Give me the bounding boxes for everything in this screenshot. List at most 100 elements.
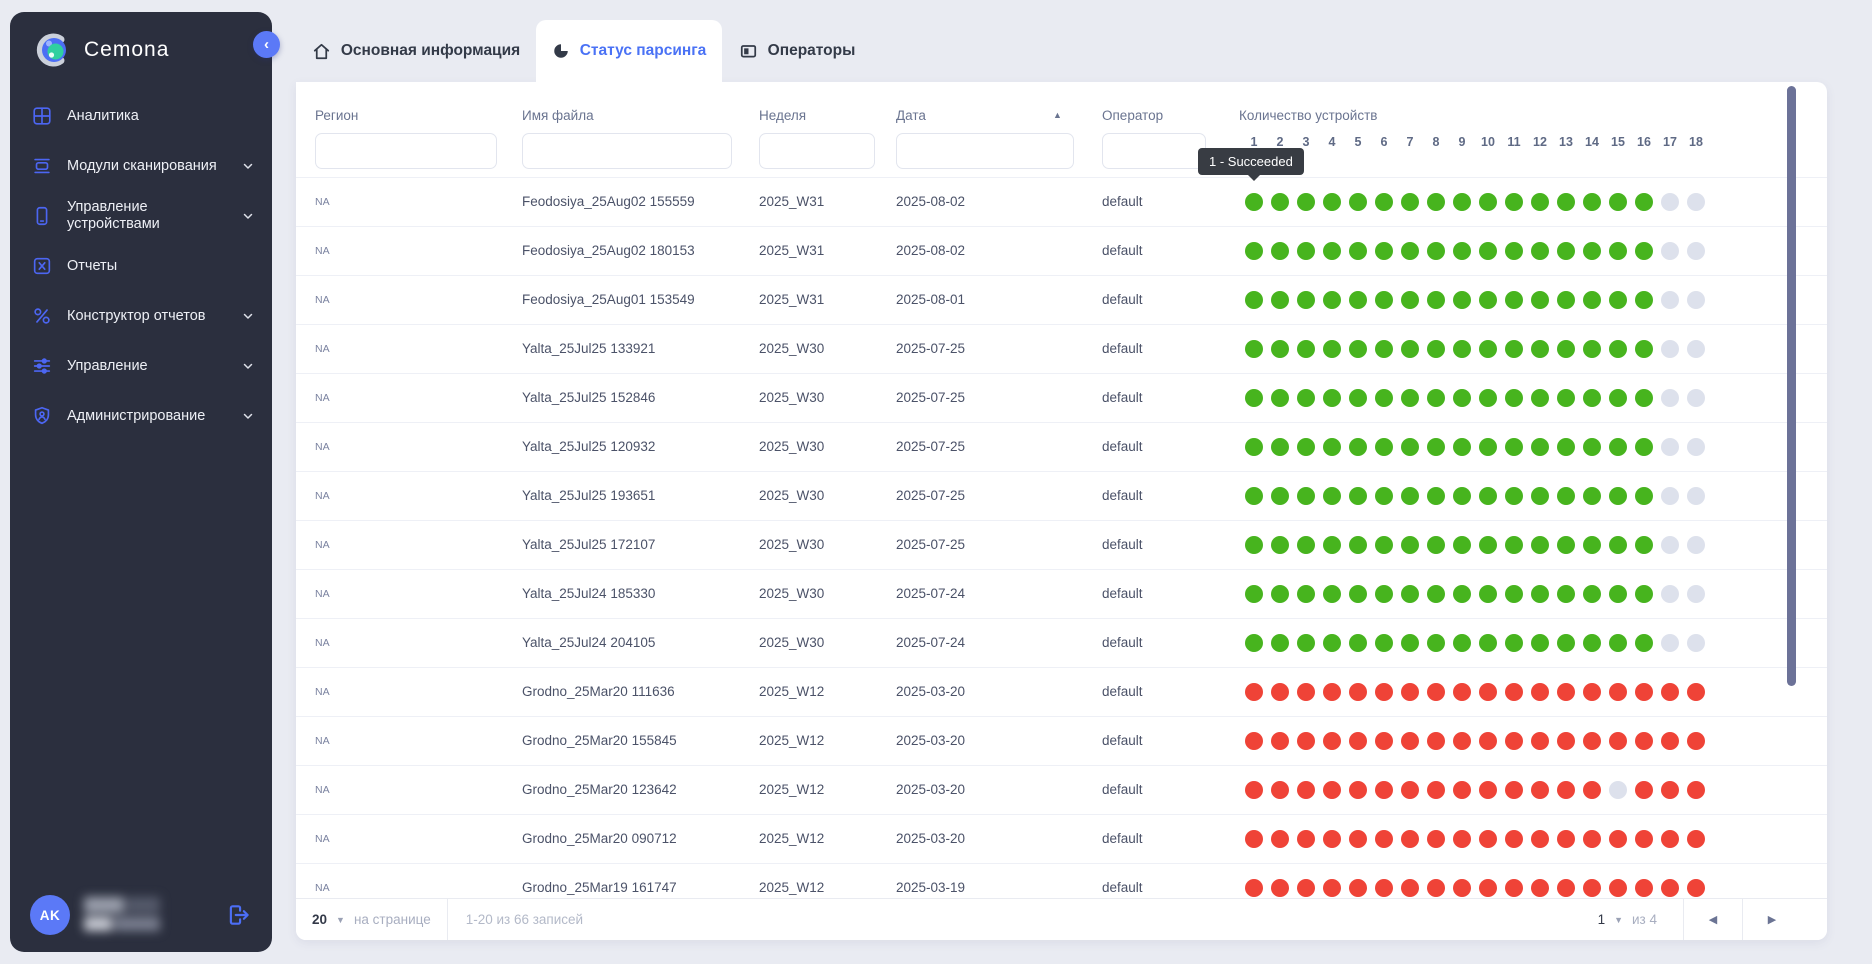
- table-row[interactable]: NA Yalta_25Jul25 193651 2025_W30 2025-07…: [296, 472, 1827, 521]
- table-row[interactable]: NA Feodosiya_25Aug01 153549 2025_W31 202…: [296, 276, 1827, 325]
- device-status-dot[interactable]: [1453, 683, 1471, 701]
- device-status-dot[interactable]: [1323, 683, 1341, 701]
- device-status-dot[interactable]: [1245, 242, 1263, 260]
- device-status-dot[interactable]: [1505, 830, 1523, 848]
- device-status-dot[interactable]: [1271, 438, 1289, 456]
- device-status-dot[interactable]: [1297, 585, 1315, 603]
- device-status-dot[interactable]: [1245, 389, 1263, 407]
- device-status-dot[interactable]: [1661, 242, 1679, 260]
- tab-main-info[interactable]: Основная информация: [296, 20, 536, 82]
- device-status-dot[interactable]: [1427, 193, 1445, 211]
- device-status-dot[interactable]: [1661, 291, 1679, 309]
- device-status-dot[interactable]: [1375, 585, 1393, 603]
- device-status-dot[interactable]: [1583, 683, 1601, 701]
- table-row[interactable]: NA Yalta_25Jul24 204105 2025_W30 2025-07…: [296, 619, 1827, 668]
- device-status-dot[interactable]: [1687, 438, 1705, 456]
- device-status-dot[interactable]: [1687, 536, 1705, 554]
- device-status-dot[interactable]: [1453, 438, 1471, 456]
- device-status-dot[interactable]: [1635, 438, 1653, 456]
- device-status-dot[interactable]: [1245, 781, 1263, 799]
- device-status-dot[interactable]: [1687, 585, 1705, 603]
- device-status-dot[interactable]: [1583, 438, 1601, 456]
- device-status-dot[interactable]: [1349, 830, 1367, 848]
- device-status-dot[interactable]: [1609, 193, 1627, 211]
- device-status-dot[interactable]: [1661, 781, 1679, 799]
- device-status-dot[interactable]: [1479, 487, 1497, 505]
- device-status-dot[interactable]: [1401, 487, 1419, 505]
- device-status-dot[interactable]: [1583, 291, 1601, 309]
- device-status-dot[interactable]: [1687, 340, 1705, 358]
- device-status-dot[interactable]: [1271, 340, 1289, 358]
- device-status-dot[interactable]: [1557, 291, 1575, 309]
- device-status-dot[interactable]: [1349, 340, 1367, 358]
- device-status-dot[interactable]: [1401, 634, 1419, 652]
- device-status-dot[interactable]: [1609, 879, 1627, 897]
- prev-page-button[interactable]: ◀: [1684, 899, 1742, 940]
- tab-operators[interactable]: Операторы: [722, 20, 872, 82]
- device-status-dot[interactable]: [1661, 634, 1679, 652]
- device-status-dot[interactable]: [1349, 732, 1367, 750]
- device-status-dot[interactable]: [1635, 683, 1653, 701]
- sidebar-item-administration[interactable]: Администрирование: [10, 391, 272, 441]
- table-row[interactable]: NA Yalta_25Jul25 172107 2025_W30 2025-07…: [296, 521, 1827, 570]
- device-status-dot[interactable]: [1661, 487, 1679, 505]
- device-status-dot[interactable]: [1583, 487, 1601, 505]
- avatar[interactable]: AK: [30, 895, 70, 935]
- device-status-dot[interactable]: [1609, 438, 1627, 456]
- device-status-dot[interactable]: [1297, 781, 1315, 799]
- device-status-dot[interactable]: [1349, 879, 1367, 897]
- device-status-dot[interactable]: [1609, 536, 1627, 554]
- device-status-dot[interactable]: [1479, 781, 1497, 799]
- device-status-dot[interactable]: [1453, 193, 1471, 211]
- device-status-dot[interactable]: [1661, 340, 1679, 358]
- device-status-dot[interactable]: [1297, 291, 1315, 309]
- device-status-dot[interactable]: [1583, 732, 1601, 750]
- device-status-dot[interactable]: [1687, 830, 1705, 848]
- device-status-dot[interactable]: [1609, 634, 1627, 652]
- table-row[interactable]: NA Yalta_25Jul25 120932 2025_W30 2025-07…: [296, 423, 1827, 472]
- device-status-dot[interactable]: [1479, 340, 1497, 358]
- device-status-dot[interactable]: [1427, 732, 1445, 750]
- device-status-dot[interactable]: [1323, 830, 1341, 848]
- device-status-dot[interactable]: [1557, 340, 1575, 358]
- device-status-dot[interactable]: [1609, 781, 1627, 799]
- device-status-dot[interactable]: [1687, 634, 1705, 652]
- device-status-dot[interactable]: [1271, 193, 1289, 211]
- device-status-dot[interactable]: [1401, 683, 1419, 701]
- device-status-dot[interactable]: [1609, 585, 1627, 603]
- device-status-dot[interactable]: [1531, 879, 1549, 897]
- device-status-dot[interactable]: [1635, 193, 1653, 211]
- device-status-dot[interactable]: [1531, 487, 1549, 505]
- device-status-dot[interactable]: [1427, 683, 1445, 701]
- device-status-dot[interactable]: [1271, 830, 1289, 848]
- device-status-dot[interactable]: [1427, 879, 1445, 897]
- device-status-dot[interactable]: [1505, 340, 1523, 358]
- device-status-dot[interactable]: [1505, 536, 1523, 554]
- device-status-dot[interactable]: [1245, 438, 1263, 456]
- device-status-dot[interactable]: [1297, 683, 1315, 701]
- device-status-dot[interactable]: [1583, 781, 1601, 799]
- device-status-dot[interactable]: [1531, 291, 1549, 309]
- device-status-dot[interactable]: [1661, 438, 1679, 456]
- device-status-dot[interactable]: [1401, 585, 1419, 603]
- device-status-dot[interactable]: [1323, 389, 1341, 407]
- device-status-dot[interactable]: [1323, 242, 1341, 260]
- device-status-dot[interactable]: [1505, 438, 1523, 456]
- device-status-dot[interactable]: [1635, 536, 1653, 554]
- device-status-dot[interactable]: [1479, 389, 1497, 407]
- device-status-dot[interactable]: [1453, 732, 1471, 750]
- device-status-dot[interactable]: [1609, 389, 1627, 407]
- device-status-dot[interactable]: [1687, 781, 1705, 799]
- table-row[interactable]: NA Yalta_25Jul24 185330 2025_W30 2025-07…: [296, 570, 1827, 619]
- device-status-dot[interactable]: [1271, 683, 1289, 701]
- device-status-dot[interactable]: [1557, 193, 1575, 211]
- sidebar-item-reports[interactable]: Отчеты: [10, 241, 272, 291]
- device-status-dot[interactable]: [1505, 879, 1523, 897]
- device-status-dot[interactable]: [1323, 634, 1341, 652]
- device-status-dot[interactable]: [1271, 781, 1289, 799]
- filter-file-input[interactable]: [522, 133, 732, 169]
- device-status-dot[interactable]: [1271, 487, 1289, 505]
- device-status-dot[interactable]: [1349, 389, 1367, 407]
- device-status-dot[interactable]: [1635, 879, 1653, 897]
- device-status-dot[interactable]: [1375, 732, 1393, 750]
